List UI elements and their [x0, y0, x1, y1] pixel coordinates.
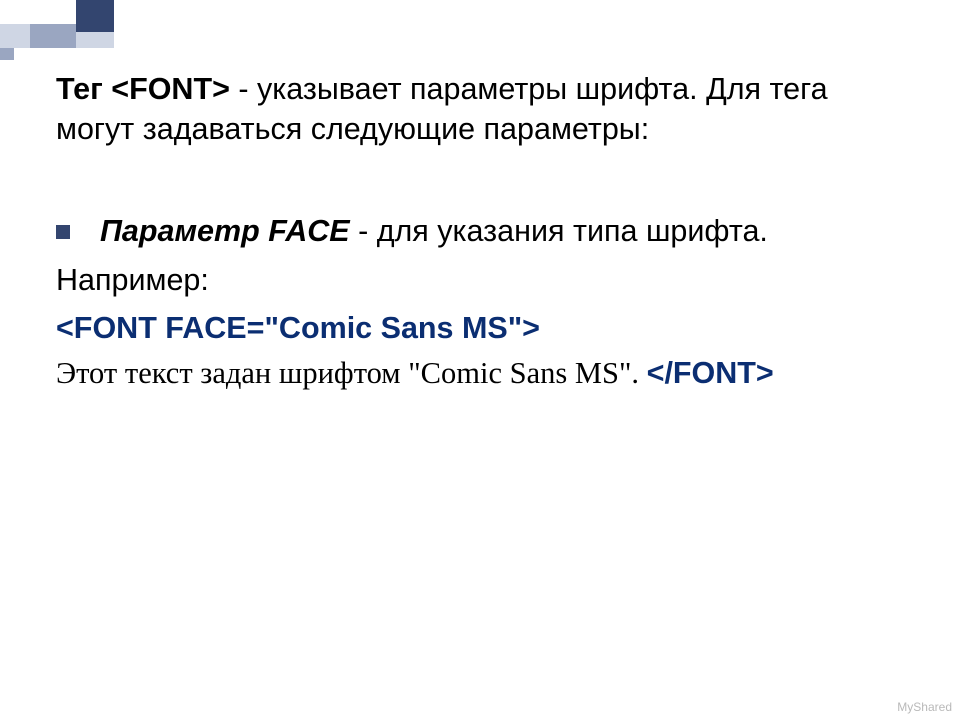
watermark: MyShared: [897, 700, 952, 714]
deco-square: [76, 0, 114, 32]
param-face-rest: - для указания типа шрифта.: [350, 214, 768, 248]
deco-square: [30, 24, 76, 48]
font-open-tag: <FONT FACE="Comic Sans MS">: [56, 308, 912, 349]
intro-prefix: Тег: [56, 72, 111, 106]
corner-decoration: [0, 0, 120, 64]
slide: Тег <FONT> - указывает параметры шрифта.…: [0, 0, 960, 720]
content-area: Тег <FONT> - указывает параметры шрифта.…: [56, 70, 912, 393]
comic-text: Этот текст задан шрифтом "Comic Sans MS"…: [56, 356, 647, 390]
deco-square: [76, 32, 114, 48]
deco-square: [0, 24, 30, 48]
bullet-item: Параметр FACE - для указания типа шрифта…: [56, 211, 912, 393]
font-close-tag: </FONT>: [647, 356, 774, 390]
bullet-square-icon: [56, 225, 70, 239]
intro-paragraph: Тег <FONT> - указывает параметры шрифта.…: [56, 70, 912, 149]
bullet-text: Параметр FACE - для указания типа шрифта…: [100, 211, 912, 393]
deco-square: [0, 48, 14, 60]
param-face-label: Параметр FACE: [100, 214, 350, 248]
comic-sans-line: Этот текст задан шрифтом "Comic Sans MS"…: [56, 353, 912, 394]
example-label: Например:: [56, 260, 912, 301]
spacer: [56, 149, 912, 211]
font-tag: <FONT>: [111, 72, 230, 106]
